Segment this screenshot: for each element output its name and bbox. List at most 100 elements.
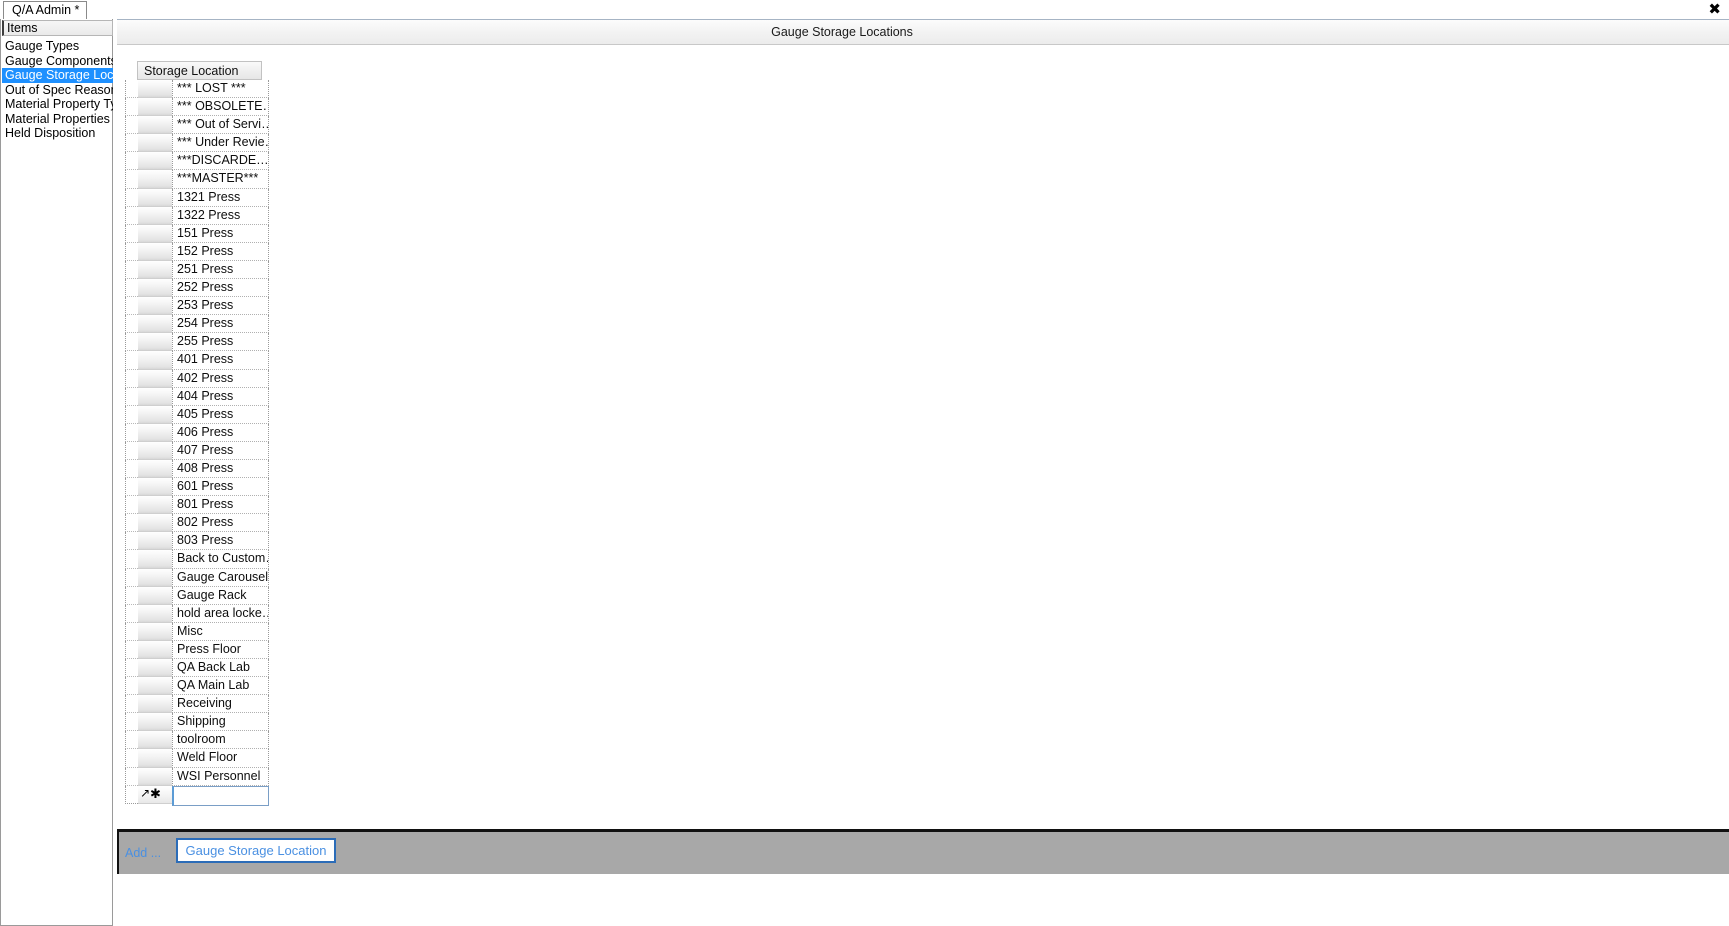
table-row[interactable]: 405 Press [125, 405, 269, 424]
row-selector-cell[interactable] [138, 640, 172, 659]
cell-storage-location[interactable]: Gauge Rack [172, 586, 269, 605]
row-selector-cell[interactable] [138, 514, 172, 533]
row-selector-cell[interactable] [138, 170, 172, 189]
add-gauge-storage-location-button[interactable]: Gauge Storage Location [176, 838, 336, 863]
table-row[interactable]: 151 Press [125, 224, 269, 243]
cell-storage-location[interactable]: 1322 Press [172, 206, 269, 225]
cell-storage-location[interactable]: ***DISCARDE… [172, 152, 269, 171]
table-row[interactable]: Back to Custom… [125, 550, 269, 569]
table-row[interactable]: QA Main Lab [125, 677, 269, 696]
row-selector-cell[interactable] [138, 659, 172, 678]
table-row[interactable]: 152 Press [125, 242, 269, 261]
row-selector-cell[interactable] [138, 532, 172, 551]
row-selector-cell[interactable] [138, 441, 172, 460]
new-row-selector-cell[interactable]: ↖ ✱ [138, 785, 172, 804]
cell-storage-location[interactable]: 802 Press [172, 514, 269, 533]
cell-storage-location[interactable]: QA Main Lab [172, 677, 269, 696]
row-selector-cell[interactable] [138, 224, 172, 243]
cell-storage-location[interactable]: Press Floor [172, 640, 269, 659]
row-selector-cell[interactable] [138, 622, 172, 641]
row-selector-cell[interactable] [138, 550, 172, 569]
cell-storage-location[interactable]: Weld Floor [172, 749, 269, 768]
cell-storage-location[interactable]: *** Out of Servi… [172, 116, 269, 135]
sidebar-item-gauge-types[interactable]: Gauge Types [2, 39, 113, 54]
table-row[interactable]: 402 Press [125, 369, 269, 388]
table-row[interactable]: 406 Press [125, 423, 269, 442]
table-row[interactable]: Shipping [125, 713, 269, 732]
cell-storage-location[interactable]: 406 Press [172, 423, 269, 442]
table-row[interactable]: Gauge Rack [125, 586, 269, 605]
row-selector-cell[interactable] [138, 315, 172, 334]
cell-storage-location[interactable]: Misc [172, 622, 269, 641]
row-selector-cell[interactable] [138, 604, 172, 623]
cell-storage-location[interactable]: toolroom [172, 731, 269, 750]
table-row[interactable]: 601 Press [125, 478, 269, 497]
table-row[interactable]: 1322 Press [125, 206, 269, 225]
sidebar-item-held-disposition[interactable]: Held Disposition [2, 126, 113, 141]
table-row[interactable]: *** Out of Servi… [125, 116, 269, 135]
table-row[interactable]: 255 Press [125, 333, 269, 352]
table-row[interactable]: 252 Press [125, 279, 269, 298]
table-row[interactable]: hold area locke… [125, 604, 269, 623]
tab-qa-admin[interactable]: Q/A Admin * [3, 1, 88, 19]
cell-storage-location[interactable]: 251 Press [172, 260, 269, 280]
table-row[interactable]: QA Back Lab [125, 659, 269, 678]
table-row[interactable]: Gauge Carousel [125, 568, 269, 587]
table-row[interactable]: ***DISCARDE… [125, 152, 269, 171]
row-selector-cell[interactable] [138, 695, 172, 714]
table-row[interactable]: 803 Press [125, 532, 269, 551]
table-row[interactable]: 407 Press [125, 441, 269, 460]
cell-storage-location[interactable]: Shipping [172, 713, 269, 732]
sidebar-item-gauge-components[interactable]: Gauge Components [2, 54, 113, 69]
cell-storage-location[interactable]: *** OBSOLETE… [172, 98, 269, 117]
cell-storage-location[interactable]: hold area locke… [172, 604, 269, 623]
row-selector-cell[interactable] [138, 713, 172, 732]
row-selector-cell[interactable] [138, 260, 172, 280]
row-selector-cell[interactable] [138, 333, 172, 352]
row-selector-cell[interactable] [138, 134, 172, 153]
close-icon[interactable]: ✖ [1708, 1, 1721, 17]
table-row[interactable]: Misc [125, 622, 269, 641]
row-selector-cell[interactable] [138, 478, 172, 497]
cell-storage-location[interactable]: 151 Press [172, 224, 269, 243]
row-selector-cell[interactable] [138, 152, 172, 171]
row-selector-cell[interactable] [138, 279, 172, 298]
cell-storage-location[interactable]: Back to Custom… [172, 550, 269, 569]
row-selector-cell[interactable] [138, 586, 172, 605]
row-selector-cell[interactable] [138, 98, 172, 117]
table-row[interactable]: 254 Press [125, 315, 269, 334]
table-row[interactable]: 251 Press [125, 260, 269, 280]
cell-storage-location[interactable]: 405 Press [172, 405, 269, 424]
cell-storage-location[interactable]: 803 Press [172, 532, 269, 551]
table-row[interactable]: 404 Press [125, 387, 269, 406]
table-row[interactable]: Weld Floor [125, 749, 269, 768]
row-selector-cell[interactable] [138, 206, 172, 225]
cell-storage-location[interactable]: QA Back Lab [172, 659, 269, 678]
cell-storage-location[interactable]: 408 Press [172, 459, 269, 479]
cell-storage-location[interactable]: *** Under Revie… [172, 134, 269, 153]
row-selector-cell[interactable] [138, 116, 172, 135]
table-row[interactable]: ***MASTER*** [125, 170, 269, 189]
new-row[interactable]: ↖ ✱ [125, 785, 269, 806]
cell-storage-location[interactable]: 253 Press [172, 297, 269, 316]
sidebar-item-material-property-types[interactable]: Material Property Types [2, 97, 113, 112]
row-selector-cell[interactable] [138, 351, 172, 370]
row-selector-cell[interactable] [138, 188, 172, 207]
table-row[interactable]: Press Floor [125, 640, 269, 659]
table-row[interactable]: toolroom [125, 731, 269, 750]
cell-storage-location[interactable]: 255 Press [172, 333, 269, 352]
table-row[interactable]: 1321 Press [125, 188, 269, 207]
cell-storage-location[interactable]: ***MASTER*** [172, 170, 269, 189]
table-row[interactable]: Receiving [125, 695, 269, 714]
row-selector-cell[interactable] [138, 749, 172, 768]
cell-storage-location[interactable]: WSI Personnel [172, 767, 269, 786]
row-selector-cell[interactable] [138, 423, 172, 442]
sidebar-item-out-of-spec-reasons[interactable]: Out of Spec Reasons [2, 83, 113, 98]
cell-storage-location[interactable]: 407 Press [172, 441, 269, 460]
table-row[interactable]: WSI Personnel [125, 767, 269, 786]
row-selector-cell[interactable] [138, 242, 172, 261]
row-selector-cell[interactable] [138, 677, 172, 696]
cell-storage-location[interactable]: 1321 Press [172, 188, 269, 207]
cell-storage-location[interactable]: 254 Press [172, 315, 269, 334]
column-header-storage-location[interactable]: Storage Location [137, 61, 262, 80]
